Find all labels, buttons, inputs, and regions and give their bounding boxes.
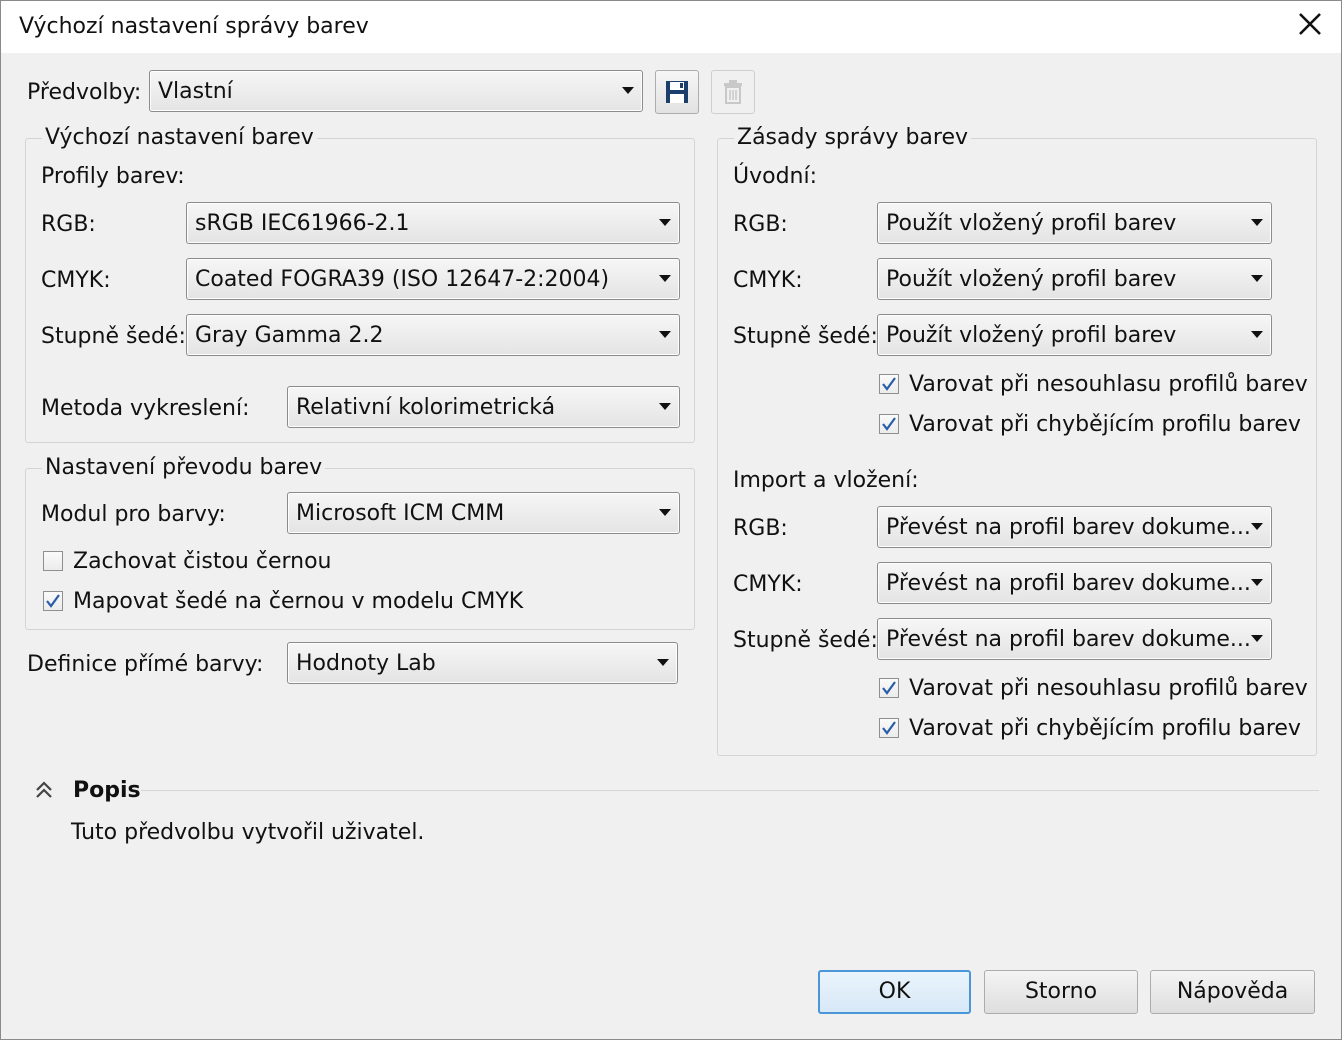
cmyk-profile-value: Coated FOGRA39 (ISO 12647-2:2004) (195, 267, 610, 292)
render-method-label: Metoda vykreslení: (41, 396, 250, 421)
description-heading: Popis (73, 778, 141, 803)
ok-button[interactable]: OK (818, 970, 971, 1014)
help-button[interactable]: Nápověda (1150, 970, 1315, 1014)
import-rgb-value: Převést na profil barev dokume... (886, 515, 1251, 540)
delete-icon (724, 80, 742, 104)
close-icon[interactable] (1293, 7, 1327, 41)
chevron-down-icon (659, 219, 671, 226)
opening-warn-missing-label: Varovat při chybějícím profilu barev (909, 412, 1301, 437)
opening-rgb-dropdown[interactable]: Použít vložený profil barev (877, 202, 1272, 244)
presets-dropdown[interactable]: Vlastní (149, 70, 643, 112)
import-warn-missing-label: Varovat při chybějícím profilu barev (909, 716, 1301, 741)
chevron-down-icon (657, 659, 669, 666)
checkmark-icon (882, 377, 896, 391)
chevron-down-icon (1251, 523, 1263, 530)
delete-preset-button[interactable] (711, 70, 755, 114)
map-gray-checkbox[interactable] (43, 591, 63, 611)
opening-rgb-value: Použít vložený profil barev (886, 211, 1177, 236)
opening-warn-missing-checkbox[interactable] (879, 414, 899, 434)
cmyk-profile-label: CMYK: (41, 268, 111, 293)
opening-label: Úvodní: (733, 164, 818, 189)
opening-gray-value: Použít vložený profil barev (886, 323, 1177, 348)
chevron-down-icon (1251, 331, 1263, 338)
opening-cmyk-value: Použít vložený profil barev (886, 267, 1177, 292)
import-cmyk-label: CMYK: (733, 572, 803, 597)
double-chevron-up-icon[interactable] (33, 779, 55, 801)
conversion-settings-legend: Nastavení převodu barev (42, 455, 326, 480)
opening-cmyk-label: CMYK: (733, 268, 803, 293)
keep-black-checkbox[interactable] (43, 551, 63, 571)
opening-gray-label: Stupně šedé: (733, 324, 878, 349)
rgb-profile-value: sRGB IEC61966-2.1 (195, 211, 410, 236)
import-label: Import a vložení: (733, 468, 919, 493)
default-settings-legend: Výchozí nastavení barev (42, 125, 317, 150)
color-management-dialog: Výchozí nastavení správy barev Předvolby… (0, 0, 1342, 1040)
chevron-down-icon (1251, 635, 1263, 642)
import-gray-dropdown[interactable]: Převést na profil barev dokume... (877, 618, 1272, 660)
description-divider (141, 790, 1319, 791)
render-method-value: Relativní kolorimetrická (296, 395, 556, 420)
chevron-down-icon (659, 275, 671, 282)
import-warn-missing-checkbox[interactable] (879, 718, 899, 738)
chevron-down-icon (659, 403, 671, 410)
checkmark-icon (882, 681, 896, 695)
import-warn-mismatch-label: Varovat při nesouhlasu profilů barev (909, 676, 1308, 701)
keep-black-label: Zachovat čistou černou (73, 549, 332, 574)
opening-gray-dropdown[interactable]: Použít vložený profil barev (877, 314, 1272, 356)
spot-color-dropdown[interactable]: Hodnoty Lab (287, 642, 678, 684)
opening-warn-mismatch-label: Varovat při nesouhlasu profilů barev (909, 372, 1308, 397)
color-engine-dropdown[interactable]: Microsoft ICM CMM (287, 492, 680, 534)
import-gray-value: Převést na profil barev dokume... (886, 627, 1251, 652)
map-gray-label: Mapovat šedé na černou v modelu CMYK (73, 589, 524, 614)
rgb-profile-dropdown[interactable]: sRGB IEC61966-2.1 (186, 202, 680, 244)
description-text: Tuto předvolbu vytvořil uživatel. (71, 820, 425, 845)
import-warn-mismatch-checkbox[interactable] (879, 678, 899, 698)
color-engine-label: Modul pro barvy: (41, 502, 226, 527)
checkmark-icon (882, 721, 896, 735)
chevron-down-icon (1251, 579, 1263, 586)
chevron-down-icon (622, 87, 634, 94)
policy-legend: Zásady správy barev (734, 125, 972, 150)
title-bar: Výchozí nastavení správy barev (1, 1, 1341, 53)
cancel-button[interactable]: Storno (984, 970, 1138, 1014)
opening-warn-mismatch-checkbox[interactable] (879, 374, 899, 394)
color-engine-value: Microsoft ICM CMM (296, 501, 505, 526)
render-method-dropdown[interactable]: Relativní kolorimetrická (287, 386, 680, 428)
rgb-profile-label: RGB: (41, 212, 96, 237)
spot-color-value: Hodnoty Lab (296, 651, 436, 676)
spot-color-label: Definice přímé barvy: (27, 652, 264, 677)
import-cmyk-dropdown[interactable]: Převést na profil barev dokume... (877, 562, 1272, 604)
cmyk-profile-dropdown[interactable]: Coated FOGRA39 (ISO 12647-2:2004) (186, 258, 680, 300)
chevron-down-icon (1251, 219, 1263, 226)
checkmark-icon (882, 417, 896, 431)
save-icon (666, 81, 688, 103)
import-gray-label: Stupně šedé: (733, 628, 878, 653)
import-rgb-label: RGB: (733, 516, 788, 541)
presets-label: Předvolby: (27, 80, 142, 105)
save-preset-button[interactable] (655, 70, 699, 114)
gray-profile-dropdown[interactable]: Gray Gamma 2.2 (186, 314, 680, 356)
presets-value: Vlastní (158, 79, 233, 104)
opening-cmyk-dropdown[interactable]: Použít vložený profil barev (877, 258, 1272, 300)
chevron-down-icon (1251, 275, 1263, 282)
chevron-down-icon (659, 509, 671, 516)
opening-rgb-label: RGB: (733, 212, 788, 237)
gray-profile-label: Stupně šedé: (41, 324, 186, 349)
profiles-label: Profily barev: (41, 164, 185, 189)
import-cmyk-value: Převést na profil barev dokume... (886, 571, 1251, 596)
import-rgb-dropdown[interactable]: Převést na profil barev dokume... (877, 506, 1272, 548)
checkmark-icon (46, 594, 60, 608)
chevron-down-icon (659, 331, 671, 338)
gray-profile-value: Gray Gamma 2.2 (195, 323, 384, 348)
dialog-title: Výchozí nastavení správy barev (19, 14, 369, 39)
